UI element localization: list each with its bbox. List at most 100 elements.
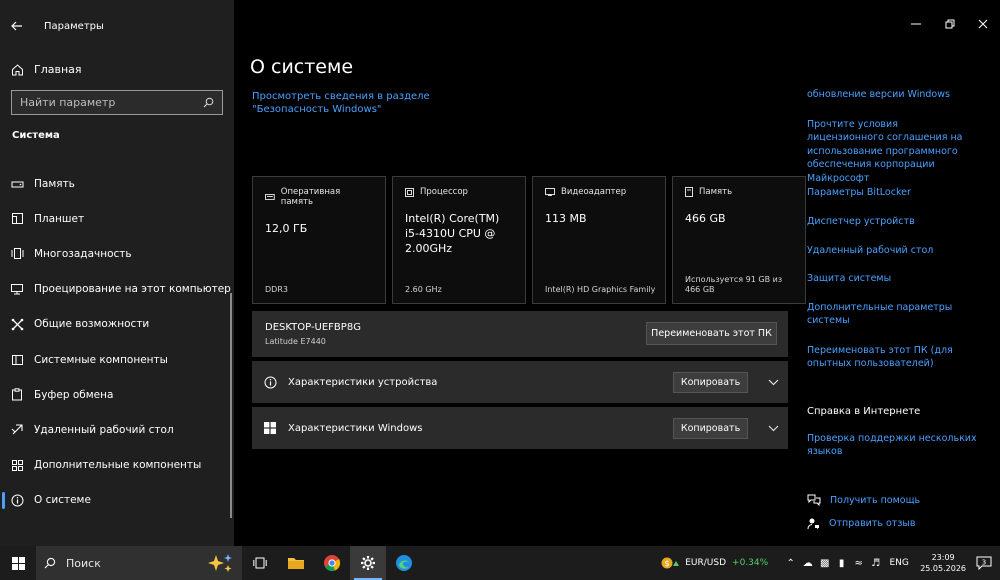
copy-windows-specs-button[interactable]: Копировать [673, 417, 748, 439]
related-link-remote-desktop[interactable]: Удаленный рабочий стол [807, 244, 977, 257]
disk-icon [685, 187, 693, 197]
notification-count: 3 [982, 559, 986, 567]
web-help-link[interactable]: Проверка поддержки нескольких языков [807, 432, 977, 459]
folder-icon [288, 558, 304, 569]
close-button[interactable] [973, 14, 993, 34]
start-button[interactable] [0, 546, 36, 580]
chevron-down-icon[interactable] [758, 379, 788, 386]
cpu-icon [405, 187, 414, 197]
svg-text:$: $ [665, 559, 670, 568]
windows-specs-expander[interactable]: Характеристики Windows Копировать [252, 407, 788, 449]
spec-card-storage: Память 466 GB Используется 91 GB из 466 … [672, 176, 806, 304]
ticker-name: EUR/USD [685, 558, 727, 568]
copy-device-specs-button[interactable]: Копировать [673, 371, 748, 393]
settings-search-input[interactable] [20, 96, 203, 109]
sidebar-item-label: Планшет [34, 212, 85, 225]
taskbar: $ EUR/USD +0.34% ⌃ ☁ ▩ ▮ ≈ ♬ ENG 23:09 2… [0, 546, 1000, 580]
sidebar-scrollbar[interactable] [230, 293, 232, 518]
spec-value: 466 GB [685, 212, 726, 225]
sidebar: Параметры Главная Система Память Планшет… [0, 0, 234, 546]
spec-subtext: DDR3 [265, 285, 288, 294]
back-button[interactable] [0, 0, 34, 52]
related-link-license[interactable]: Прочтите условия лицензионного соглашени… [807, 118, 977, 185]
gpu-icon [545, 188, 555, 196]
related-link-windows-update[interactable]: обновление версии Windows [807, 88, 977, 101]
windows-security-link[interactable]: Просмотреть сведения в разделе "Безопасн… [252, 90, 502, 116]
related-link-bitlocker[interactable]: Параметры BitLocker [807, 186, 977, 199]
taskbar-app-explorer[interactable] [278, 546, 314, 580]
sidebar-item-about[interactable]: О системе [0, 483, 234, 518]
taskbar-search[interactable] [36, 546, 242, 580]
sidebar-item-tablet[interactable]: Планшет [0, 201, 234, 236]
sidebar-item-label: Дополнительные компоненты [34, 459, 202, 472]
chevron-down-icon[interactable] [758, 425, 788, 432]
network-icon[interactable]: ▩ [816, 558, 833, 569]
taskbar-app-edge[interactable] [386, 546, 422, 580]
wifi-icon[interactable]: ≈ [850, 558, 867, 569]
feedback-link[interactable]: Отправить отзыв [807, 517, 916, 530]
ticker-change: +0.34% [732, 558, 769, 568]
expander-label: Характеристики Windows [288, 422, 423, 434]
notification-center-button[interactable]: 3 [974, 556, 994, 570]
volume-icon[interactable]: ♬ [867, 558, 884, 569]
spec-label: Видеоадаптер [561, 187, 627, 197]
cloud-icon[interactable]: ☁ [799, 558, 816, 569]
multitasking-icon [0, 247, 34, 260]
spec-card-gpu: Видеоадаптер 113 MB Intel(R) HD Graphics… [532, 176, 666, 304]
windows-logo-icon [252, 422, 288, 434]
taskbar-app-chrome[interactable] [314, 546, 350, 580]
sidebar-item-label: Системные компоненты [34, 353, 168, 366]
sidebar-item-label: Многозадачность [34, 247, 132, 260]
sidebar-item-projecting[interactable]: Проецирование на этот компьютер [0, 272, 234, 307]
sidebar-item-home[interactable]: Главная [0, 56, 234, 82]
sidebar-item-clipboard[interactable]: Буфер обмена [0, 377, 234, 412]
spec-value: 113 MB [545, 212, 587, 225]
device-specs-cards: Оперативная память 12,0 ГБ DDR3 Процессо… [252, 176, 806, 304]
home-icon [0, 63, 34, 76]
sidebar-item-system-components[interactable]: Системные компоненты [0, 342, 234, 377]
clock-time: 23:09 [931, 553, 955, 562]
maximize-button[interactable] [940, 14, 960, 34]
task-view-button[interactable] [242, 546, 278, 580]
related-link-system-protection[interactable]: Защита системы [807, 272, 977, 285]
clock[interactable]: 23:09 25.05.2026 [920, 552, 966, 574]
app-title: Параметры [44, 20, 104, 32]
spec-subtext: 2.60 GHz [405, 285, 442, 294]
sidebar-item-storage[interactable]: Память [0, 166, 234, 201]
battery-icon[interactable]: ▮ [833, 558, 850, 569]
search-icon[interactable] [203, 97, 214, 108]
gear-icon [361, 556, 375, 570]
device-specs-expander[interactable]: Характеристики устройства Копировать [252, 361, 788, 403]
related-link-advanced-settings[interactable]: Дополнительные параметры системы [807, 301, 977, 328]
section-title: Система [12, 130, 60, 141]
get-help-link[interactable]: Получить помощь [807, 494, 920, 506]
sidebar-item-label: О системе [34, 494, 91, 507]
windows-logo-icon [11, 556, 25, 570]
minimize-button[interactable] [906, 14, 926, 34]
notification-icon: 3 [976, 556, 992, 570]
help-chat-icon [807, 494, 821, 506]
sidebar-item-shared[interactable]: Общие возможности [0, 307, 234, 342]
spec-card-cpu: Процессор Intel(R) Core(TM) i5-4310U CPU… [392, 176, 526, 304]
settings-search-box[interactable] [11, 90, 223, 115]
optional-features-icon [0, 459, 34, 472]
chevron-up-icon[interactable]: ⌃ [782, 558, 799, 569]
related-link-device-manager[interactable]: Диспетчер устройств [807, 215, 977, 228]
page-title: О системе [250, 56, 354, 78]
taskbar-app-settings[interactable] [350, 546, 386, 580]
input-language[interactable]: ENG [884, 558, 914, 568]
taskbar-search-input[interactable] [66, 556, 196, 570]
rename-pc-button[interactable]: Переименовать этот ПК [646, 322, 777, 345]
related-link-rename-advanced[interactable]: Переименовать этот ПК (для опытных польз… [807, 344, 977, 371]
sidebar-item-remote-desktop[interactable]: Удаленный рабочий стол [0, 412, 234, 447]
sparkle-icon [208, 554, 232, 572]
sidebar-item-optional-features[interactable]: Дополнительные компоненты [0, 448, 234, 483]
sidebar-item-multitasking[interactable]: Многозадачность [0, 236, 234, 271]
stock-ticker[interactable]: $ EUR/USD +0.34% [661, 556, 768, 570]
spec-label: Процессор [420, 187, 468, 197]
sidebar-item-label: Буфер обмена [34, 388, 114, 401]
remote-desktop-icon [0, 423, 34, 436]
clipboard-icon [0, 388, 34, 401]
ram-icon [265, 194, 275, 200]
currency-icon: $ [661, 557, 680, 569]
